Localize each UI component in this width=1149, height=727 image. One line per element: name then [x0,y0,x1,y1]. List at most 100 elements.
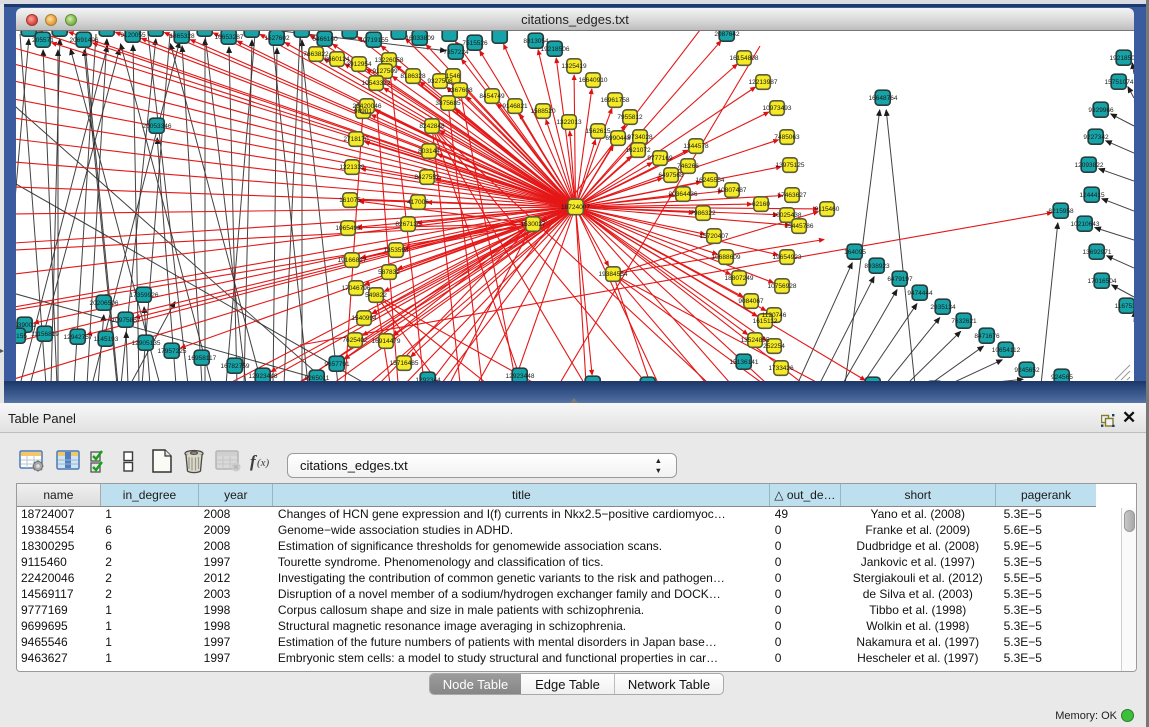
svg-text:16648764: 16648764 [869,95,898,102]
svg-text:9120055: 9120055 [120,32,146,39]
svg-text:549822: 549822 [365,292,387,299]
svg-text:2935134: 2935134 [930,304,956,311]
svg-text:15716485: 15716485 [390,360,419,367]
svg-text:19384554: 19384554 [599,271,628,278]
svg-text:1325419: 1325419 [561,63,587,70]
svg-text:2367608: 2367608 [447,87,473,94]
svg-text:23420046: 23420046 [353,103,382,110]
svg-text:6479197: 6479197 [887,276,913,283]
svg-text:1344578: 1344578 [683,143,709,150]
svg-text:16154808: 16154808 [730,55,759,62]
svg-text:12213987: 12213987 [749,79,778,86]
svg-text:10975857: 10975857 [112,317,141,324]
svg-text:10756928: 10756928 [768,283,797,290]
svg-text:8267130: 8267130 [395,221,421,228]
svg-text:16961758: 16961758 [601,97,630,104]
svg-text:7632621: 7632621 [951,318,977,325]
svg-text:587832: 587832 [378,269,400,276]
svg-text:7625402: 7625402 [342,337,368,344]
svg-text:19218506: 19218506 [1110,55,1134,62]
svg-text:8215958: 8215958 [1048,208,1074,215]
svg-text:16640910: 16640910 [579,77,608,84]
svg-text:17046796: 17046796 [342,285,371,292]
svg-text:12905135: 12905135 [132,340,161,347]
svg-text:6466160: 6466160 [312,36,338,43]
svg-text:11156819: 11156819 [31,331,59,338]
svg-text:9734028: 9734028 [627,134,653,141]
svg-text:10543332: 10543332 [362,80,391,87]
svg-text:7986322: 7986322 [690,210,716,217]
svg-text:9227342: 9227342 [1083,134,1109,141]
svg-text:803144: 803144 [418,148,440,155]
svg-text:1145193: 1145193 [94,336,119,343]
svg-text:417006: 417006 [407,199,429,206]
svg-text:7357224: 7357224 [443,49,469,56]
svg-text:1527602: 1527602 [264,35,290,42]
svg-text:939001: 939001 [16,322,36,329]
svg-text:12923448: 12923448 [506,373,535,380]
svg-text:161075: 161075 [339,197,361,204]
svg-text:1733426: 1733426 [768,365,794,372]
svg-text:20691406: 20691406 [70,37,99,44]
svg-text:1615112: 1615112 [753,318,778,325]
svg-text:7515526: 7515526 [462,40,488,47]
svg-text:13445786: 13445786 [785,223,814,230]
svg-text:17957225: 17957225 [158,348,187,355]
svg-text:10973493: 10973493 [763,105,792,112]
svg-text:8471676: 8471676 [974,333,1000,340]
svg-text:1353594: 1353594 [383,247,409,254]
svg-text:17016504: 17016504 [1088,278,1117,285]
svg-text:12093822: 12093822 [1075,162,1104,169]
svg-text:9657791: 9657791 [324,361,350,368]
svg-text:8454749: 8454749 [479,93,505,100]
svg-text:252254: 252254 [763,343,785,350]
svg-text:1530027: 1530027 [520,221,546,228]
svg-text:2718170: 2718170 [343,136,369,143]
svg-text:13692971: 13692971 [1083,249,1112,256]
svg-text:1221339: 1221339 [339,164,365,171]
svg-text:15751074: 15751074 [1105,79,1134,86]
svg-text:17463627: 17463627 [778,192,807,199]
svg-text:1065493: 1065493 [335,225,361,232]
svg-text:1562615: 1562615 [585,128,611,135]
svg-text:9146821: 9146821 [502,103,528,110]
svg-text:13975125: 13975125 [776,162,805,169]
svg-text:9777169: 9777169 [647,155,673,162]
svg-text:8813054: 8813054 [523,38,549,45]
svg-text:9127509: 9127509 [372,68,398,75]
svg-text:3912954: 3912954 [346,61,372,68]
svg-text:1546: 1546 [446,73,461,80]
svg-text:9474444: 9474444 [907,290,933,297]
svg-text:10653287: 10653287 [215,34,244,41]
svg-text:1322013: 1322013 [556,119,582,126]
svg-text:1865328: 1865328 [169,33,195,40]
svg-text:8242848: 8242848 [419,123,445,130]
svg-text:16914479: 16914479 [372,338,401,345]
svg-text:1244415: 1244415 [1079,192,1105,199]
svg-text:924565: 924565 [1051,374,1073,381]
svg-text:10654112: 10654112 [992,347,1021,354]
svg-text:9115460: 9115460 [815,206,840,213]
svg-text:19654923: 19654923 [773,254,802,261]
svg-text:16245554: 16245554 [696,177,725,184]
svg-text:2087642: 2087642 [714,31,740,38]
svg-text:(x): (x) [257,457,270,469]
svg-text:9329966: 9329966 [1088,107,1114,114]
svg-text:1621072: 1621072 [625,147,651,154]
svg-text:1167533: 1167533 [1115,303,1134,310]
svg-text:19166827: 19166827 [338,257,367,264]
svg-text:12923448: 12923448 [249,373,278,380]
svg-text:7955812: 7955812 [617,114,643,121]
svg-text:20053346: 20053346 [143,123,172,130]
svg-text:8427552: 8427552 [414,174,440,181]
svg-text:16958117: 16958117 [188,355,217,362]
svg-text:10688609: 10688609 [712,254,741,261]
svg-text:10719155: 10719155 [360,37,389,44]
svg-text:62160: 62160 [752,201,770,208]
svg-text:8938923: 8938923 [864,263,890,270]
svg-text:18724007: 18724007 [561,204,590,211]
svg-text:205571: 205571 [32,37,54,44]
svg-text:1588520: 1588520 [530,108,556,115]
svg-text:8186328: 8186328 [400,73,426,80]
svg-text:19218506: 19218506 [541,46,570,53]
